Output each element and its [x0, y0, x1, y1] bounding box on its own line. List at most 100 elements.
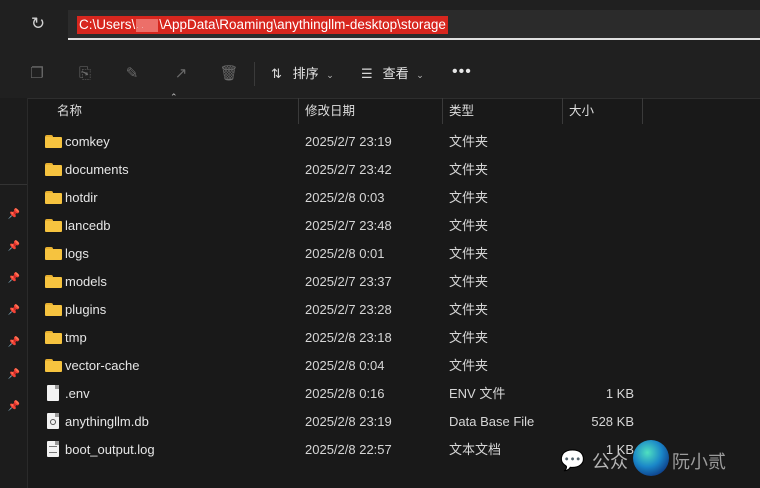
address-path[interactable]: C:\Users\. . \AppData\Roaming\anythingllm… — [77, 16, 448, 34]
toolbar-divider — [254, 62, 255, 86]
file-icon — [47, 385, 59, 401]
folder-icon — [45, 191, 62, 204]
more-options-button[interactable]: ••• — [452, 63, 472, 81]
file-row[interactable]: plugins 2025/2/7 23:28 文件夹 — [28, 296, 760, 324]
file-row[interactable]: anythingllm.db 2025/2/8 23:19 Data Base Fi… — [28, 408, 760, 436]
file-size — [568, 352, 634, 380]
modified-date: 2025/2/7 23:37 — [305, 274, 392, 289]
file-name: logs — [65, 246, 89, 261]
column-divider[interactable] — [562, 98, 563, 124]
pin-icon[interactable]: 📌 — [7, 369, 21, 383]
file-size: 1 KB — [605, 386, 634, 401]
globe-logo-icon — [633, 440, 669, 476]
sort-button[interactable]: ⇅ 排序 ⌄ — [271, 63, 334, 85]
db-file-icon — [47, 413, 59, 429]
log-file-icon — [47, 441, 59, 457]
folder-icon — [45, 247, 62, 260]
view-label: 查看 — [382, 66, 409, 81]
file-type: Data Base File — [449, 414, 535, 429]
folder-icon — [45, 219, 62, 232]
column-header-size[interactable]: 大小 — [569, 98, 594, 124]
copy-icon[interactable]: ❐ — [27, 64, 47, 84]
file-size — [568, 268, 634, 296]
rename-icon[interactable]: ✎ — [122, 64, 142, 84]
modified-date: 2025/2/8 22:57 — [305, 442, 392, 457]
paste-icon[interactable]: ⎘ — [75, 64, 95, 84]
pin-icon[interactable]: 📌 — [7, 305, 21, 319]
folder-icon — [45, 163, 62, 176]
modified-date: 2025/2/8 0:04 — [305, 358, 385, 373]
folder-icon — [45, 275, 62, 288]
file-row[interactable]: logs 2025/2/8 0:01 文件夹 — [28, 240, 760, 268]
file-name: anythingllm.db — [65, 414, 149, 429]
file-row[interactable]: models 2025/2/7 23:37 文件夹 — [28, 268, 760, 296]
file-type: 文件夹 — [449, 162, 489, 177]
pin-icon[interactable]: 📌 — [7, 273, 21, 287]
file-name: plugins — [65, 302, 107, 317]
file-size — [568, 240, 634, 268]
file-row[interactable]: tmp 2025/2/8 23:18 文件夹 — [28, 324, 760, 352]
file-name: .env — [65, 386, 90, 401]
pin-icon[interactable]: 📌 — [7, 401, 21, 415]
view-button[interactable]: ☰ 查看 ⌄ — [361, 63, 424, 85]
share-icon[interactable]: ↗ — [171, 64, 191, 84]
refresh-icon[interactable]: ↻ — [26, 12, 50, 36]
file-type: 文件夹 — [449, 246, 489, 261]
file-type: ENV 文件 — [449, 386, 506, 401]
folder-icon — [45, 303, 62, 316]
file-name: boot_output.log — [65, 442, 155, 457]
folder-icon — [45, 135, 62, 148]
file-type: 文件夹 — [449, 330, 489, 345]
file-row[interactable]: vector-cache 2025/2/8 0:04 文件夹 — [28, 352, 760, 380]
file-size — [568, 184, 634, 212]
column-header-date[interactable]: 修改日期 — [305, 98, 355, 124]
file-name: vector-cache — [65, 358, 140, 373]
redacted-username: . . — [136, 18, 159, 32]
modified-date: 2025/2/8 23:18 — [305, 330, 392, 345]
pin-icon[interactable]: 📌 — [7, 209, 21, 223]
file-size — [568, 296, 634, 324]
file-row[interactable]: .env 2025/2/8 0:16 ENV 文件 1 KB — [28, 380, 760, 408]
column-header-type[interactable]: 类型 — [449, 98, 474, 124]
view-icon: ☰ — [361, 66, 373, 81]
file-size — [568, 156, 634, 184]
address-row: ↻ C:\Users\. . \AppData\Roaming\anythingl… — [0, 0, 760, 50]
file-type: 文件夹 — [449, 274, 489, 289]
file-row[interactable]: documents 2025/2/7 23:42 文件夹 — [28, 156, 760, 184]
file-name: comkey — [65, 134, 110, 149]
file-size — [568, 324, 634, 352]
address-bar[interactable]: C:\Users\. . \AppData\Roaming\anythingllm… — [68, 10, 760, 40]
column-divider[interactable] — [442, 98, 443, 124]
file-name: lancedb — [65, 218, 111, 233]
modified-date: 2025/2/8 0:01 — [305, 246, 385, 261]
file-type: 文件夹 — [449, 302, 489, 317]
file-name: tmp — [65, 330, 87, 345]
file-row[interactable]: comkey 2025/2/7 23:19 文件夹 — [28, 128, 760, 156]
folder-icon — [45, 359, 62, 372]
file-row[interactable]: hotdir 2025/2/8 0:03 文件夹 — [28, 184, 760, 212]
watermark: 💬 公众 阮小贰 — [560, 440, 760, 480]
file-row[interactable]: lancedb 2025/2/7 23:48 文件夹 — [28, 212, 760, 240]
file-type: 文件夹 — [449, 358, 489, 373]
file-type: 文件夹 — [449, 134, 489, 149]
file-size — [568, 128, 634, 156]
modified-date: 2025/2/7 23:28 — [305, 302, 392, 317]
watermark-name: 阮小贰 — [672, 452, 726, 472]
column-header-name[interactable]: 名称 — [57, 98, 82, 124]
file-name: hotdir — [65, 190, 98, 205]
column-divider[interactable] — [642, 98, 643, 124]
pin-icon[interactable]: 📌 — [7, 337, 21, 351]
folder-icon — [45, 331, 62, 344]
file-type: 文本文档 — [449, 442, 502, 457]
file-type: 文件夹 — [449, 190, 489, 205]
modified-date: 2025/2/8 0:03 — [305, 190, 385, 205]
nav-divider — [0, 184, 27, 185]
modified-date: 2025/2/7 23:48 — [305, 218, 392, 233]
command-bar: ❐ ⎘ ✎ ↗ 🗑 ⇅ 排序 ⌄ ☰ 查看 ⌄ ••• — [0, 50, 760, 99]
column-divider[interactable] — [298, 98, 299, 124]
wechat-icon: 💬 — [560, 450, 585, 472]
pin-icon[interactable]: 📌 — [7, 241, 21, 255]
chevron-down-icon: ⌄ — [416, 70, 424, 80]
delete-icon[interactable]: 🗑 — [219, 64, 239, 84]
navigation-pane: 📌 📌 📌 📌 📌 📌 📌 — [0, 98, 28, 488]
